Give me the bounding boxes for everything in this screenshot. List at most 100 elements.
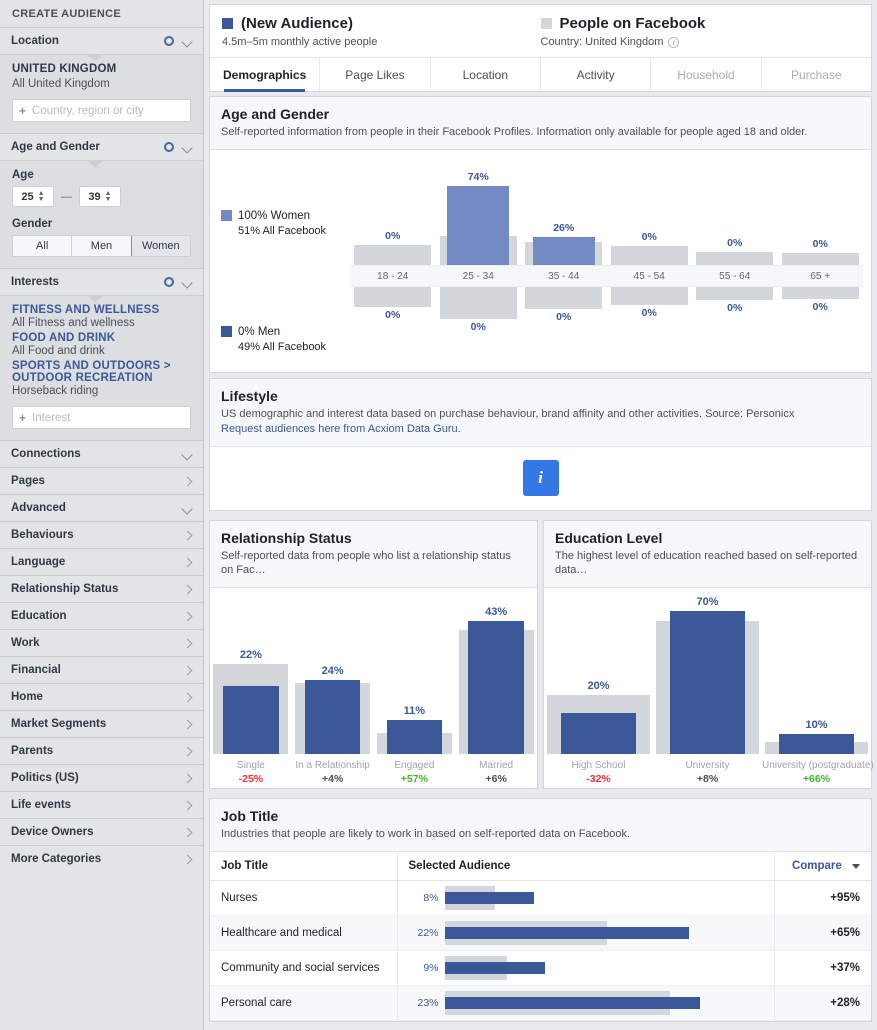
chevron-down-icon[interactable] <box>183 504 192 513</box>
sort-caret-icon[interactable] <box>852 863 860 869</box>
interest-input[interactable]: + Interest <box>12 406 191 429</box>
table-row[interactable]: Nurses 8% +95% <box>210 880 871 917</box>
age-max-stepper[interactable]: 39 ▲ ▼ <box>79 186 121 207</box>
chevron-right-icon[interactable] <box>183 828 192 837</box>
chevron-right-icon[interactable] <box>183 585 192 594</box>
gear-icon[interactable] <box>164 142 174 152</box>
sidebar-section-location[interactable]: Location <box>0 27 203 54</box>
interest-item: Horseback riding <box>12 385 99 397</box>
sidebar-item-label: Life events <box>11 799 72 811</box>
two-column-charts: Relationship Status Self-reported data f… <box>204 516 877 795</box>
legend-men-sub: 49% All Facebook <box>238 340 327 353</box>
sidebar-item-market-segments[interactable]: Market Segments <box>0 710 203 737</box>
axis-tick-label: 18 - 24 <box>377 270 409 282</box>
sidebar-item-politics[interactable]: Politics (US) <box>0 764 203 791</box>
chevron-right-icon[interactable] <box>183 855 192 864</box>
sidebar-item-device-owners[interactable]: Device Owners <box>0 818 203 845</box>
age-range-dash: — <box>61 190 72 203</box>
tab-activity[interactable]: Activity <box>541 58 652 91</box>
selected-audience-bar <box>444 962 545 975</box>
comparison-bar <box>781 252 859 265</box>
chevron-down-icon[interactable] <box>183 143 192 152</box>
card-subtitle: The highest level of education reached b… <box>555 549 858 577</box>
selected-audience-bar <box>304 679 361 755</box>
sidebar-item-life-events[interactable]: Life events <box>0 791 203 818</box>
job-title-cell: Healthcare and medical <box>210 915 398 952</box>
tab-demographics[interactable]: Demographics <box>210 58 321 92</box>
sidebar-item-label: More Categories <box>11 853 102 865</box>
age-min-stepper[interactable]: 25 ▲ ▼ <box>12 186 54 207</box>
tab-purchase[interactable]: Purchase <box>762 58 871 91</box>
interest-category[interactable]: FOOD AND DRINK <box>12 332 191 344</box>
chevron-right-icon[interactable] <box>183 747 192 756</box>
age-gender-plot: 18 - 24 25 - 34 35 - 44 45 - 54 55 - 64 65 + … <box>350 150 863 372</box>
sidebar-section-age-gender[interactable]: Age and Gender <box>0 133 203 160</box>
card-title: Lifestyle <box>221 387 278 404</box>
column-job-title[interactable]: Job Title <box>210 852 398 882</box>
info-icon[interactable]: i <box>668 36 680 48</box>
sidebar-section-interests[interactable]: Interests <box>0 268 203 295</box>
chevron-right-icon[interactable] <box>183 639 192 648</box>
bar-track <box>444 886 763 911</box>
sidebar-item-label: Work <box>11 637 40 649</box>
bar-group: 10% <box>765 604 868 755</box>
bar-group: 43% <box>458 604 534 755</box>
tab-location[interactable]: Location <box>431 58 541 91</box>
gear-icon[interactable] <box>164 277 174 287</box>
gender-option-women[interactable]: Women <box>130 236 190 256</box>
table-row[interactable]: Healthcare and medical 22% +65% <box>210 915 871 952</box>
gender-option-men[interactable]: Men <box>72 236 132 256</box>
chevron-right-icon[interactable] <box>183 612 192 621</box>
interest-category[interactable]: FITNESS AND WELLNESS <box>12 304 191 316</box>
audience-name: (New Audience) <box>241 15 353 32</box>
table-row[interactable]: Personal care 23% +28% <box>210 985 871 1022</box>
comparison-bar <box>696 251 774 265</box>
interest-item: All Fitness and wellness <box>12 317 135 329</box>
sidebar-item-advanced[interactable]: Advanced <box>0 494 203 521</box>
age-max-value: 39 <box>88 190 101 203</box>
chevron-right-icon[interactable] <box>183 666 192 675</box>
sidebar-item-label: Education <box>11 610 67 622</box>
chevron-right-icon[interactable] <box>183 558 192 567</box>
card-title: Age and Gender <box>221 106 330 122</box>
age-column-women: 74% <box>439 150 517 265</box>
column-compare[interactable]: Compare <box>774 852 871 882</box>
info-icon-button[interactable]: i <box>522 460 559 497</box>
tab-page-likes[interactable]: Page Likes <box>320 58 431 91</box>
sidebar-item-home[interactable]: Home <box>0 683 203 710</box>
bar-group: 24% <box>295 604 371 755</box>
chevron-right-icon[interactable] <box>183 774 192 783</box>
sidebar-item-behaviours[interactable]: Behaviours <box>0 521 203 548</box>
chevron-right-icon[interactable] <box>183 477 192 486</box>
chevron-right-icon[interactable] <box>183 720 192 729</box>
tab-household[interactable]: Household <box>651 58 762 91</box>
chevron-right-icon[interactable] <box>183 693 192 702</box>
sidebar-item-education[interactable]: Education <box>0 602 203 629</box>
lifestyle-card: Lifestyle US demographic and interest da… <box>209 377 872 511</box>
acxiom-request-link[interactable]: Request audiences here from Acxiom Data … <box>221 423 461 435</box>
chevron-down-icon[interactable] <box>183 278 192 287</box>
sidebar-item-pages[interactable]: Pages <box>0 467 203 494</box>
table-row[interactable]: Community and social services 9% +37% <box>210 950 871 987</box>
sidebar-item-language[interactable]: Language <box>0 548 203 575</box>
sidebar-item-more-categories[interactable]: More Categories <box>0 845 203 872</box>
sidebar-item-work[interactable]: Work <box>0 629 203 656</box>
interest-category[interactable]: SPORTS AND OUTDOORS > OUTDOOR RECREATION <box>12 360 191 384</box>
location-input-placeholder: Country, region or city <box>32 104 144 117</box>
column-selected-audience[interactable]: Selected Audience <box>397 852 775 882</box>
bar-value-label: 0% <box>641 307 657 320</box>
chevron-right-icon[interactable] <box>183 801 192 810</box>
axis-tick-label: High School <box>571 760 626 772</box>
comparison-bar <box>354 286 432 307</box>
chevron-down-icon[interactable] <box>183 37 192 46</box>
sidebar-item-connections[interactable]: Connections <box>0 440 203 467</box>
chevron-down-icon[interactable] <box>183 450 192 459</box>
comparison-delta: +4% <box>321 773 344 786</box>
sidebar-item-parents[interactable]: Parents <box>0 737 203 764</box>
gender-option-all[interactable]: All <box>13 236 73 256</box>
chevron-right-icon[interactable] <box>183 531 192 540</box>
sidebar-item-relationship-status[interactable]: Relationship Status <box>0 575 203 602</box>
location-input[interactable]: + Country, region or city <box>12 99 191 122</box>
gear-icon[interactable] <box>164 36 174 46</box>
sidebar-item-financial[interactable]: Financial <box>0 656 203 683</box>
